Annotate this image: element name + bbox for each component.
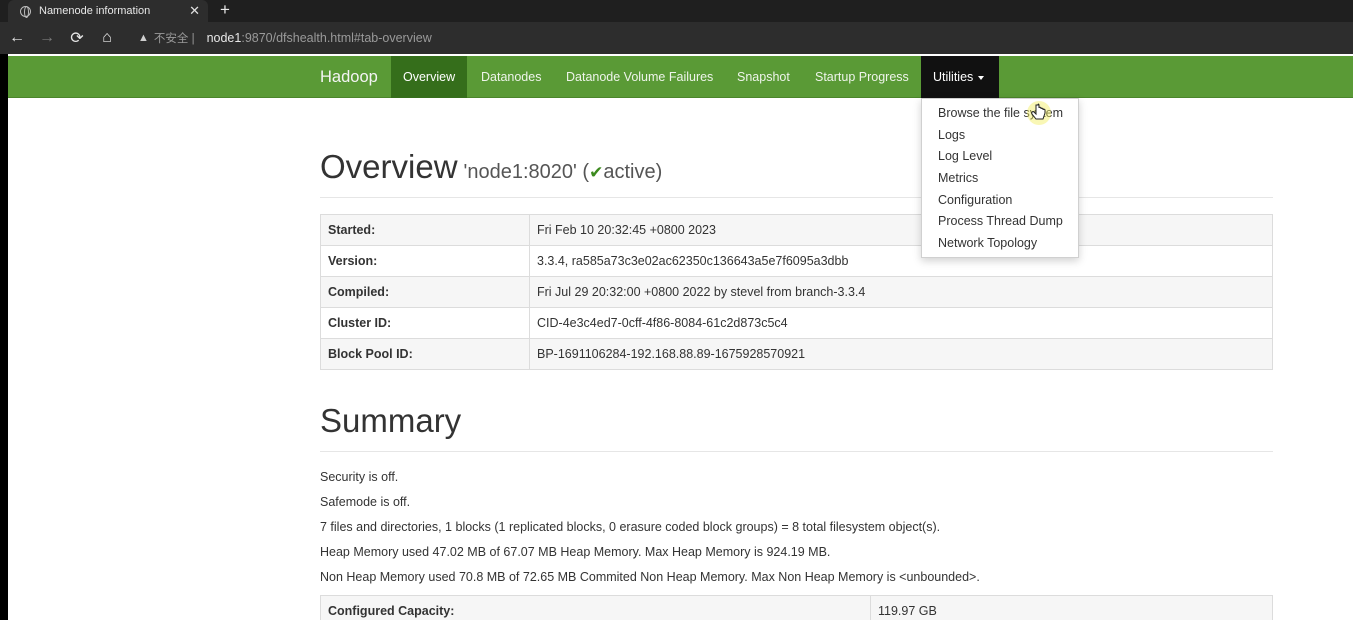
nav-datanodes[interactable]: Datanodes bbox=[469, 56, 553, 98]
new-tab-button[interactable]: + bbox=[220, 0, 230, 22]
browser-toolbar: ← → ⟳ ⌂ ▲ 不安全 | node1:9870/dfshealth.htm… bbox=[0, 22, 1353, 54]
row-value: 119.97 GB bbox=[870, 595, 1273, 620]
utilities-dropdown-menu: Browse the file system Logs Log Level Me… bbox=[921, 98, 1079, 258]
overview-heading: Overview'node1:8020' (✔active) bbox=[320, 148, 662, 186]
check-icon: ✔ bbox=[589, 163, 604, 182]
menu-item-logs[interactable]: Logs bbox=[922, 125, 1078, 147]
row-key: Block Pool ID: bbox=[320, 338, 530, 370]
table-row: Compiled: Fri Jul 29 20:32:00 +0800 2022 … bbox=[320, 276, 1273, 308]
heading-divider bbox=[320, 451, 1273, 452]
forward-icon[interactable]: → bbox=[34, 25, 60, 51]
page: Hadoop Overview Datanodes Datanode Volum… bbox=[8, 54, 1353, 620]
browser-tab[interactable]: Namenode information ✕ bbox=[8, 0, 208, 22]
nav-startup-progress[interactable]: Startup Progress bbox=[803, 56, 921, 98]
menu-item-network-topology[interactable]: Network Topology bbox=[922, 233, 1078, 255]
table-row: Started: Fri Feb 10 20:32:45 +0800 2023 bbox=[320, 214, 1273, 246]
filesystem-objects: 7 files and directories, 1 blocks (1 rep… bbox=[320, 520, 941, 534]
reload-icon[interactable]: ⟳ bbox=[64, 25, 90, 51]
summary-table: Configured Capacity: 119.97 GB bbox=[320, 595, 1273, 620]
nav-utilities[interactable]: Utilities bbox=[921, 56, 999, 98]
row-key: Cluster ID: bbox=[320, 307, 530, 339]
globe-icon bbox=[20, 5, 31, 18]
row-key: Configured Capacity: bbox=[320, 595, 871, 620]
row-value: Fri Feb 10 20:32:45 +0800 2023 bbox=[529, 214, 1273, 246]
menu-item-browse-file-system[interactable]: Browse the file system bbox=[922, 103, 1078, 125]
nav-utilities-label: Utilities bbox=[933, 70, 974, 84]
row-key: Version: bbox=[320, 245, 530, 277]
heap-memory: Heap Memory used 47.02 MB of 67.07 MB He… bbox=[320, 545, 831, 559]
security-label: 不安全 | bbox=[153, 33, 195, 45]
row-value: Fri Jul 29 20:32:00 +0800 2022 by stevel… bbox=[529, 276, 1273, 308]
hadoop-navbar: Hadoop Overview Datanodes Datanode Volum… bbox=[8, 56, 1353, 98]
table-row: Version: 3.3.4, ra585a73c3e02ac62350c1366… bbox=[320, 245, 1273, 277]
overview-table: Started: Fri Feb 10 20:32:45 +0800 2023 V… bbox=[320, 214, 1273, 370]
overview-title: Overview bbox=[320, 148, 458, 185]
security-status: Security is off. bbox=[320, 470, 399, 484]
table-row: Cluster ID: CID-4e3c4ed7-0cff-4f86-8084-6… bbox=[320, 307, 1273, 339]
heading-divider bbox=[320, 197, 1273, 198]
nav-overview[interactable]: Overview bbox=[391, 56, 468, 98]
safemode-status: Safemode is off. bbox=[320, 495, 411, 509]
menu-item-metrics[interactable]: Metrics bbox=[922, 168, 1078, 190]
row-key: Started: bbox=[320, 214, 530, 246]
home-icon[interactable]: ⌂ bbox=[94, 25, 120, 51]
address-bar[interactable]: ▲ 不安全 | node1:9870/dfshealth.html#tab-ov… bbox=[138, 30, 432, 46]
tab-title: Namenode information bbox=[39, 5, 151, 17]
hand-cursor-icon bbox=[1027, 101, 1051, 125]
caret-down-icon bbox=[978, 75, 985, 80]
namenode-state: active bbox=[603, 161, 656, 183]
summary-heading: Summary bbox=[320, 402, 462, 439]
menu-item-configuration[interactable]: Configuration bbox=[922, 190, 1078, 212]
close-tab-icon[interactable]: ✕ bbox=[189, 3, 200, 19]
brand-logo[interactable]: Hadoop bbox=[320, 56, 378, 98]
namenode-address: 'node1:8020' (✔active) bbox=[463, 161, 663, 183]
nav-datanode-volume-failures[interactable]: Datanode Volume Failures bbox=[554, 56, 725, 98]
browser-tab-strip: Namenode information ✕ + bbox=[0, 0, 1353, 22]
row-key: Compiled: bbox=[320, 276, 530, 308]
row-value: 3.3.4, ra585a73c3e02ac62350c136643a5e7f6… bbox=[529, 245, 1273, 277]
back-icon[interactable]: ← bbox=[4, 25, 30, 51]
nav-snapshot[interactable]: Snapshot bbox=[725, 56, 802, 98]
row-value: CID-4e3c4ed7-0cff-4f86-8084-61c2d873c5c4 bbox=[529, 307, 1273, 339]
warning-icon: ▲ bbox=[138, 32, 149, 44]
table-row: Block Pool ID: BP-1691106284-192.168.88.8… bbox=[320, 338, 1273, 370]
menu-item-process-thread-dump[interactable]: Process Thread Dump bbox=[922, 211, 1078, 233]
url-path: :9870/dfshealth.html#tab-overview bbox=[241, 31, 432, 45]
menu-item-log-level[interactable]: Log Level bbox=[922, 146, 1078, 168]
table-row: Configured Capacity: 119.97 GB bbox=[320, 595, 1273, 620]
non-heap-memory: Non Heap Memory used 70.8 MB of 72.65 MB… bbox=[320, 570, 980, 584]
row-value: BP-1691106284-192.168.88.89-167592857092… bbox=[529, 338, 1273, 370]
url-host: node1 bbox=[206, 31, 242, 45]
